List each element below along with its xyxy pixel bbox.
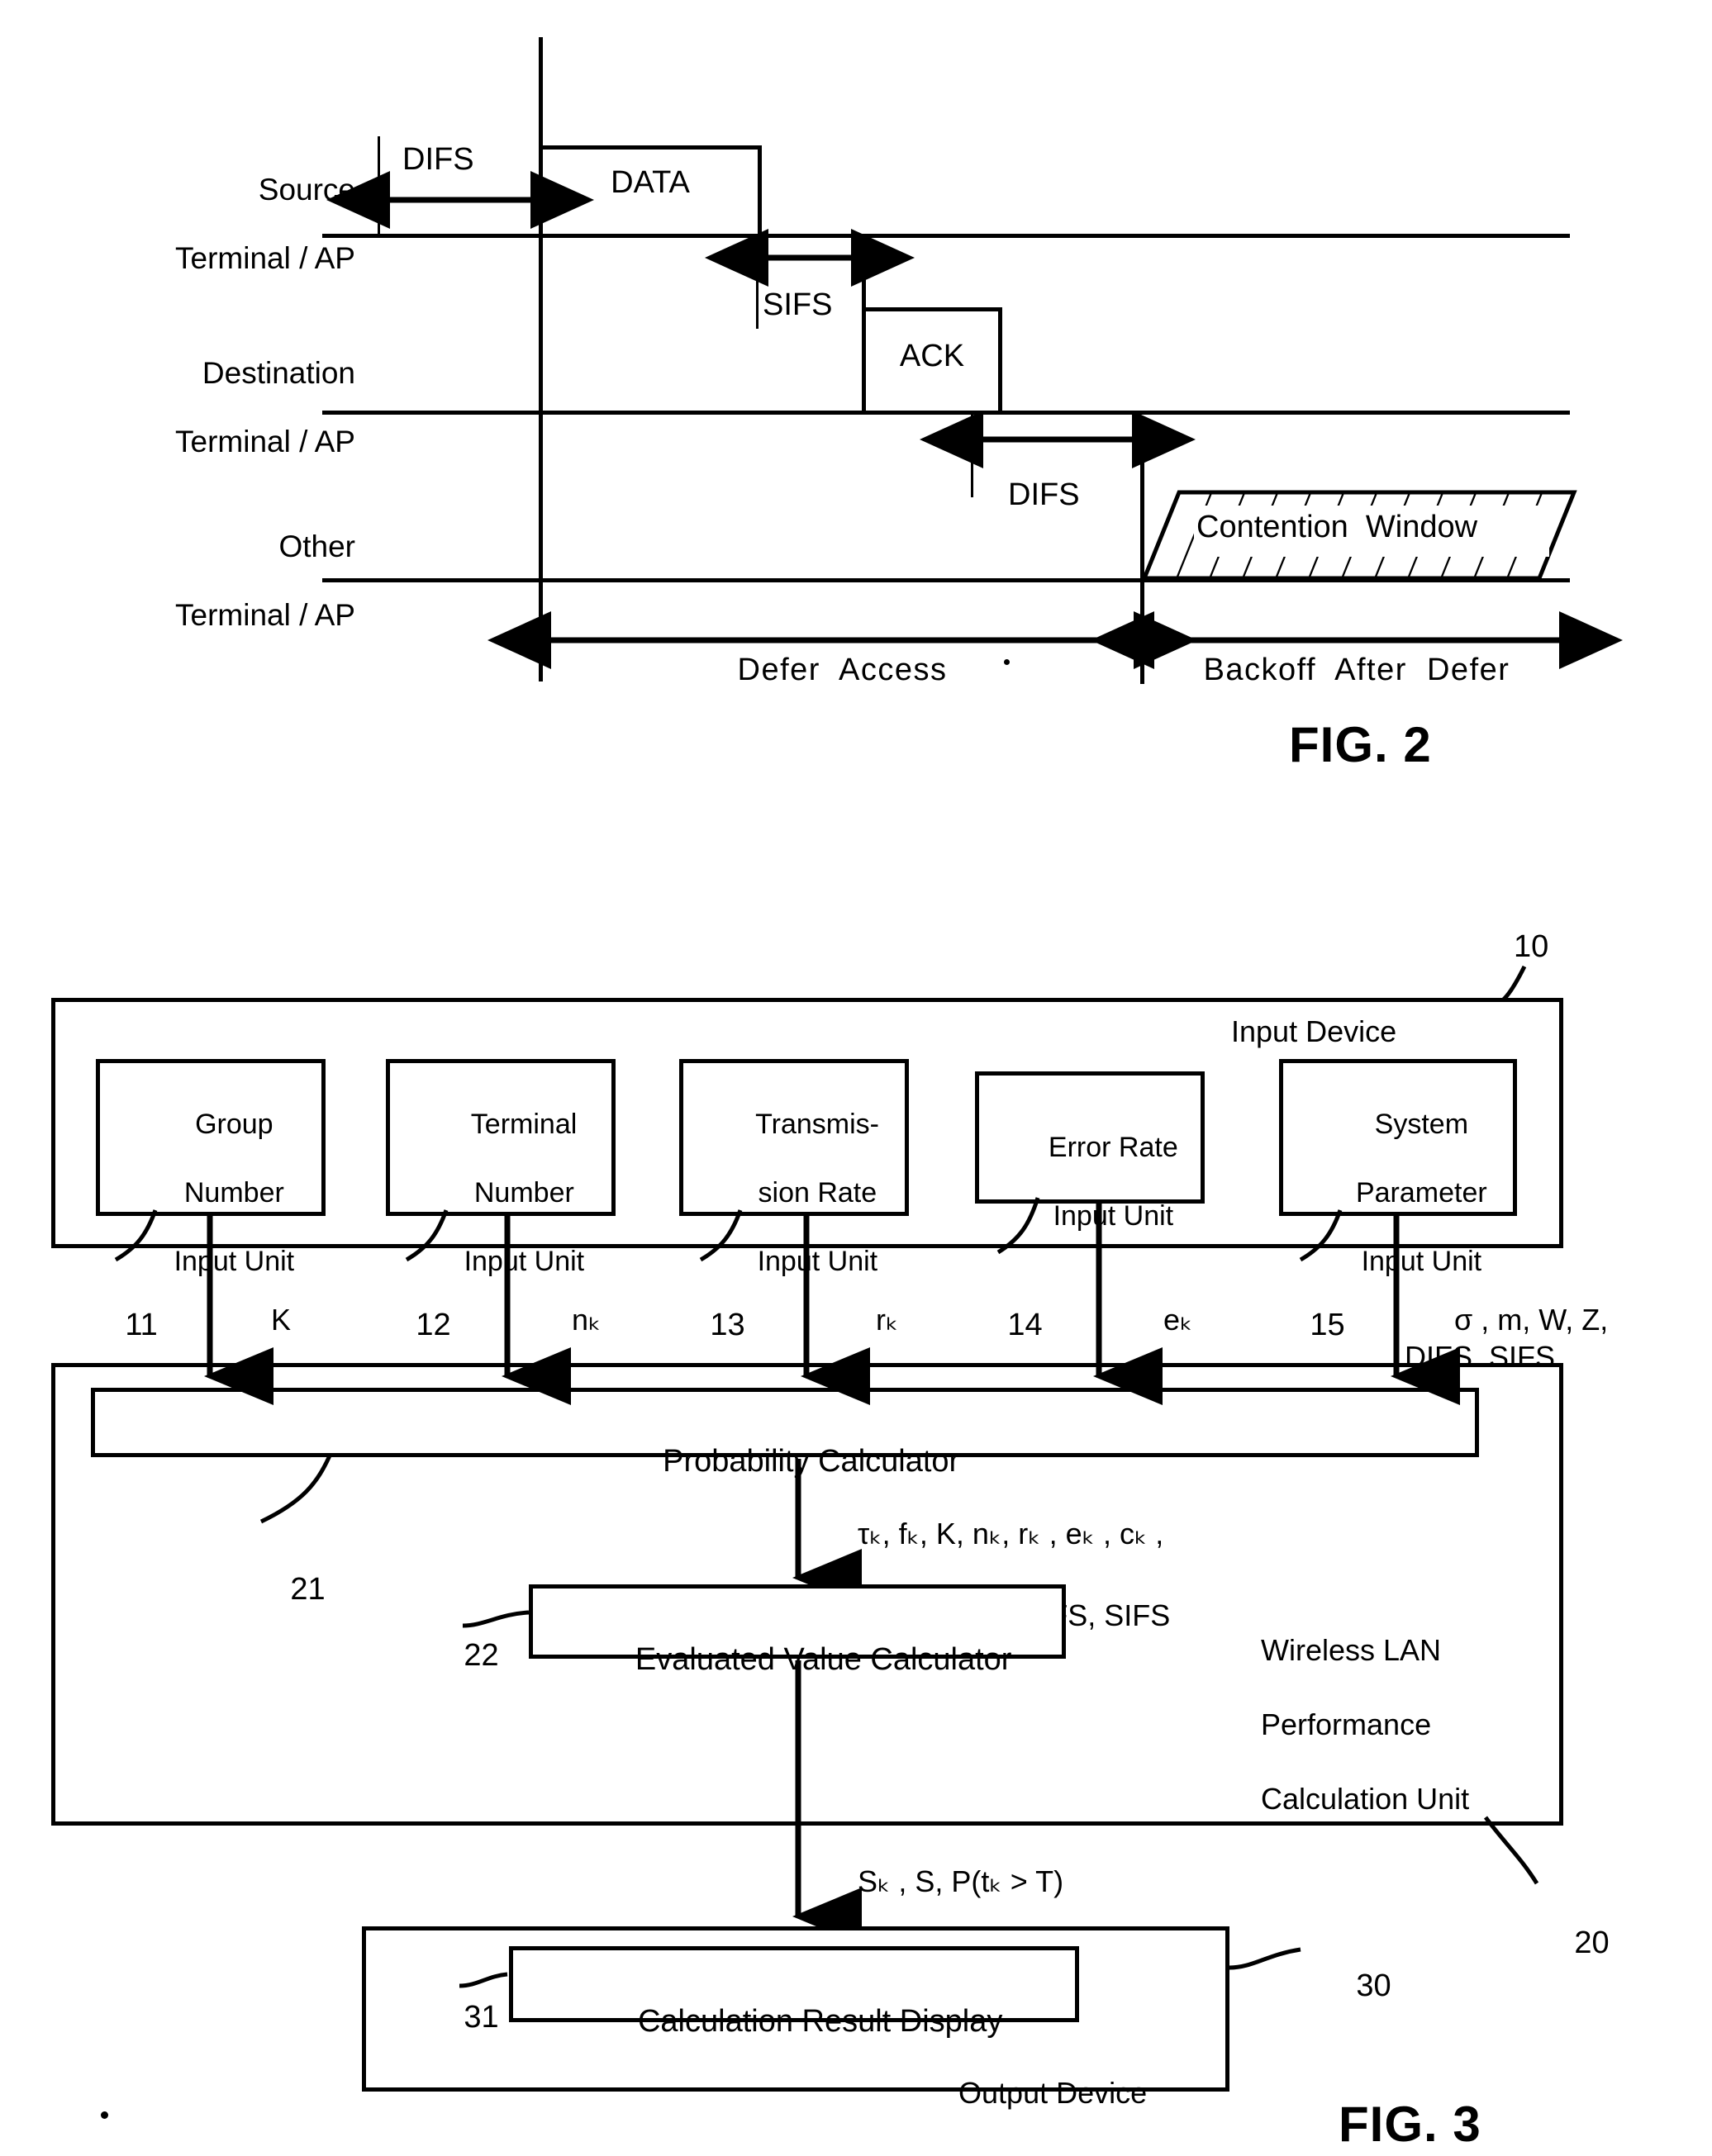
row-label-destination-line1: Destination xyxy=(202,356,355,391)
row-label-source: Source Terminal / AP xyxy=(99,139,355,310)
calculation-result-display-label-text: Calculation Result Display xyxy=(637,2004,1003,2040)
difs-first-label: DIFS xyxy=(402,142,474,178)
row-label-other-line1: Other xyxy=(278,530,355,564)
row-label-destination-line2: Terminal / AP xyxy=(175,425,355,459)
page-artifact-dot xyxy=(101,2111,108,2119)
sifs-label: SIFS xyxy=(763,287,832,323)
eval-to-output-arrow xyxy=(792,1660,862,1945)
time-origin-line xyxy=(539,37,543,681)
row-label-source-line1: Source xyxy=(258,173,355,207)
sifs-label-text: SIFS xyxy=(763,287,833,322)
contention-window-label: Contention Window xyxy=(1196,510,1477,545)
backoff-label-text: Backoff After Defer xyxy=(1203,653,1510,687)
backoff-arrow xyxy=(1091,611,1623,669)
ack-frame-label: ACK xyxy=(862,339,1002,374)
backoff-label: Backoff After Defer xyxy=(1142,653,1572,688)
figure-2-caption-text: FIG. 2 xyxy=(1289,717,1432,772)
row-label-source-line2: Terminal / AP xyxy=(175,241,355,276)
figure-2-caption: FIG. 2 xyxy=(1289,717,1432,772)
out-signal-text: Sₖ , S, P(tₖ > T) xyxy=(858,1864,1064,1899)
output-device-title: Output Device xyxy=(909,2039,1190,2111)
figure-2: Source Terminal / AP Destination Termina… xyxy=(0,0,1712,826)
defer-access-label: Defer Access xyxy=(539,653,1146,688)
row-label-other: Other Terminal / AP xyxy=(99,496,355,667)
sifs-arrow xyxy=(705,229,915,287)
ref-30: 30 xyxy=(1304,1933,1391,2003)
data-frame-label-text: DATA xyxy=(611,165,690,200)
difs-second-label-text: DIFS xyxy=(1008,477,1080,512)
figure-3-caption: FIG. 3 xyxy=(1339,2097,1481,2152)
data-frame-label: DATA xyxy=(539,165,762,201)
source-timeline-baseline xyxy=(322,234,1570,238)
difs-second-arrow xyxy=(920,411,1196,468)
row-label-destination: Destination Terminal / AP xyxy=(83,322,355,493)
out-signal-annotation: Sₖ , S, P(tₖ > T) xyxy=(808,1832,1063,1899)
calculation-result-display-label: Calculation Result Display xyxy=(509,1964,1079,2041)
defer-access-label-text: Defer Access xyxy=(737,653,948,687)
row-label-other-line2: Terminal / AP xyxy=(175,598,355,633)
difs-first-label-text: DIFS xyxy=(402,142,474,177)
figure-3-caption-text: FIG. 3 xyxy=(1339,2097,1481,2152)
defer-access-arrow xyxy=(487,611,1197,669)
patent-figure-sheet: Source Terminal / AP Destination Termina… xyxy=(0,0,1712,2156)
figure-3: 10 Input Device Group Number Input Unit … xyxy=(0,876,1712,2156)
difs-first-arrow xyxy=(326,171,594,229)
contention-window-label-text: Contention Window xyxy=(1196,510,1478,544)
ack-frame-label-text: ACK xyxy=(899,339,965,373)
output-device-title-text: Output Device xyxy=(958,2075,1148,2110)
difs-second-label: DIFS xyxy=(1008,477,1080,513)
ref-31-leader xyxy=(459,1972,508,1988)
scan-artifact-dot xyxy=(1004,659,1010,665)
ref-30-text: 30 xyxy=(1356,1968,1391,2003)
